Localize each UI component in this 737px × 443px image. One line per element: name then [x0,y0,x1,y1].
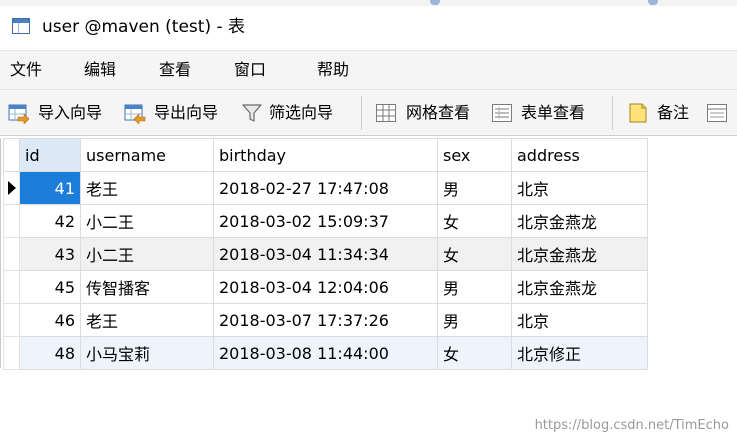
form-view-button[interactable]: 表单查看 [491,101,601,125]
data-grid: id username birthday sex address 41 老王 2… [0,138,737,443]
cell-address[interactable]: 北京 [511,303,648,337]
title-bar: user @maven (test) - 表 [0,6,737,48]
toolbar-separator [612,96,613,130]
column-header-birthday[interactable]: birthday [213,138,438,172]
cell-sex[interactable]: 女 [437,336,512,370]
cell-username[interactable]: 小二王 [80,204,214,238]
cell-sex[interactable]: 女 [437,204,512,238]
cell-sex[interactable]: 女 [437,237,512,271]
menu-help[interactable]: 帮助 [317,60,349,80]
import-wizard-label: 导入向导 [38,103,103,122]
table-window-icon [12,18,30,34]
cell-username[interactable]: 老王 [80,171,214,205]
import-wizard-button[interactable]: 导入向导 [8,101,114,125]
cell-id[interactable]: 41 [19,171,81,205]
form-view-label: 表单查看 [521,103,586,122]
data-table: id username birthday sex address 41 老王 2… [3,138,648,370]
cell-id[interactable]: 45 [19,270,81,304]
memo-button[interactable]: 备注 [627,101,697,125]
row-indicator[interactable] [3,237,20,271]
memo-label: 备注 [657,103,690,122]
row-indicator[interactable] [3,303,20,337]
row-indicator-header [3,138,20,172]
filter-wizard-button[interactable]: 筛选向导 [241,101,347,125]
table-row[interactable]: 46 老王 2018-03-07 17:37:26 男 北京 [3,303,648,337]
table-row[interactable]: 41 老王 2018-02-27 17:47:08 男 北京 [3,171,648,205]
form-grid-icon [707,104,727,122]
cell-username[interactable]: 老王 [80,303,214,337]
current-row-arrow-icon [8,181,16,195]
cell-id[interactable]: 48 [19,336,81,370]
row-indicator[interactable] [3,336,20,370]
table-row[interactable]: 43 小二王 2018-03-04 11:34:34 女 北京金燕龙 [3,237,648,271]
cell-birthday[interactable]: 2018-02-27 17:47:08 [213,171,438,205]
table-row[interactable]: 42 小二王 2018-03-02 15:09:37 女 北京金燕龙 [3,204,648,238]
toolbar: 导入向导 导出向导 筛选向导 网格查看 表单查看 备注 [0,90,737,136]
window-thumb-indicator [430,0,440,5]
column-header-id[interactable]: id [19,138,81,172]
column-header-sex[interactable]: sex [437,138,512,172]
import-icon [8,104,30,124]
watermark: https://blog.csdn.net/TimEcho [534,418,729,433]
cell-birthday[interactable]: 2018-03-02 15:09:37 [213,204,438,238]
cell-username[interactable]: 传智播客 [80,270,214,304]
cell-address[interactable]: 北京金燕龙 [511,237,648,271]
cell-sex[interactable]: 男 [437,171,512,205]
cell-id[interactable]: 42 [19,204,81,238]
window-thumb-indicator [648,0,658,5]
row-indicator[interactable] [3,270,20,304]
cell-address[interactable]: 北京金燕龙 [511,270,648,304]
grid-view-icon [376,104,396,122]
grid-view-label: 网格查看 [406,103,471,122]
form-view-icon [492,104,512,122]
cell-sex[interactable]: 男 [437,270,512,304]
cell-birthday[interactable]: 2018-03-04 11:34:34 [213,237,438,271]
menu-view[interactable]: 查看 [159,60,191,80]
window-title: user @maven (test) - 表 [42,17,246,37]
table-row[interactable]: 48 小马宝莉 2018-03-08 11:44:00 女 北京修正 [3,336,648,370]
filter-icon [242,104,262,122]
header-row: id username birthday sex address [3,138,648,172]
cell-birthday[interactable]: 2018-03-04 12:04:06 [213,270,438,304]
export-wizard-button[interactable]: 导出向导 [124,101,230,125]
menu-bar: 文件 编辑 查看 窗口 帮助 [0,50,737,90]
cell-birthday[interactable]: 2018-03-08 11:44:00 [213,336,438,370]
toolbar-separator [361,96,362,130]
memo-icon [629,103,647,123]
cell-id[interactable]: 46 [19,303,81,337]
column-header-address[interactable]: address [511,138,648,172]
cell-birthday[interactable]: 2018-03-07 17:37:26 [213,303,438,337]
cell-address[interactable]: 北京 [511,171,648,205]
cell-address[interactable]: 北京修正 [511,336,648,370]
menu-file[interactable]: 文件 [10,60,42,80]
cell-username[interactable]: 小马宝莉 [80,336,214,370]
cell-id[interactable]: 43 [19,237,81,271]
row-indicator[interactable] [3,204,20,238]
filter-wizard-label: 筛选向导 [269,103,334,122]
row-indicator[interactable] [3,171,20,205]
cell-username[interactable]: 小二王 [80,237,214,271]
export-icon [124,104,146,124]
column-header-username[interactable]: username [80,138,214,172]
cell-address[interactable]: 北京金燕龙 [511,204,648,238]
menu-edit[interactable]: 编辑 [84,60,116,80]
cell-sex[interactable]: 男 [437,303,512,337]
export-wizard-label: 导出向导 [154,103,219,122]
more-view-button[interactable] [706,101,730,125]
menu-window[interactable]: 窗口 [234,60,266,80]
grid-view-button[interactable]: 网格查看 [375,101,483,125]
table-row[interactable]: 45 传智播客 2018-03-04 12:04:06 男 北京金燕龙 [3,270,648,304]
grid-left-border [0,138,1,368]
